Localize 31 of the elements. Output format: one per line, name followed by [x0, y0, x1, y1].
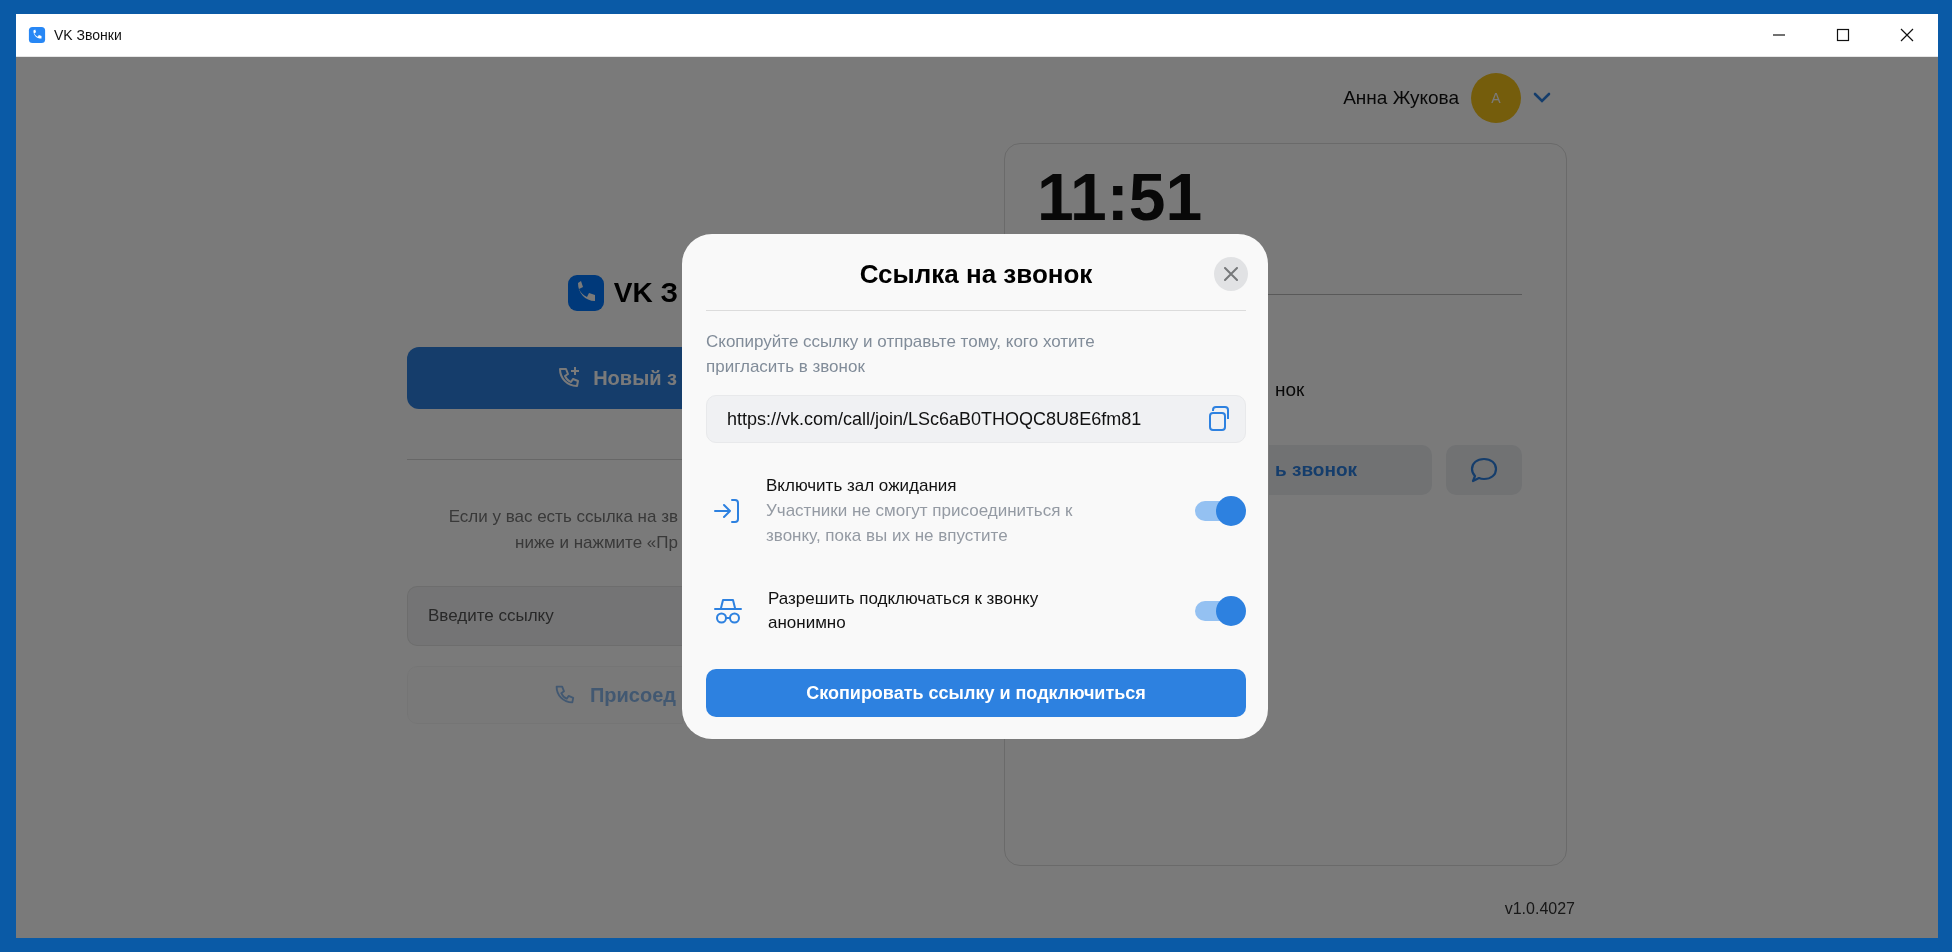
option-title: Включить зал ожидания	[766, 475, 958, 497]
dialog-description: Скопируйте ссылку и отправьте тому, кого хотите пригласить в звонок	[706, 331, 1096, 378]
link-field[interactable]: https://vk.com/call/join/LSc6aB0THOQC8U8E6fm81	[706, 395, 1246, 443]
user-name: Анна Жукова	[1343, 87, 1459, 109]
clock-time: 11:51	[1037, 166, 1203, 228]
copy-and-join-button[interactable]: Скопировать ссылку и подключиться	[706, 669, 1246, 717]
chat-button[interactable]	[1445, 445, 1522, 495]
dialog-title: Ссылка на звонок	[859, 258, 1093, 290]
close-icon	[1224, 267, 1238, 281]
app-logo-icon	[28, 26, 46, 44]
hint-text: Если у вас есть ссылка на зв	[448, 506, 678, 528]
enter-arrow-icon	[712, 496, 742, 526]
window-title: VK Звонки	[54, 27, 122, 43]
hint-text: ниже и нажмите «Пр	[515, 532, 678, 554]
speech-bubble-icon	[1468, 456, 1499, 484]
close-icon[interactable]	[1900, 28, 1914, 42]
chevron-down-icon[interactable]	[1533, 92, 1551, 104]
start-call-button[interactable]: ь звонок	[1269, 445, 1432, 495]
copy-icon[interactable]	[1207, 406, 1231, 432]
app-logo-icon	[565, 273, 606, 313]
version-label: v1.0.4027	[1504, 900, 1575, 918]
card-text: нок	[1275, 379, 1305, 401]
hat-glasses-icon	[712, 596, 744, 626]
close-button[interactable]	[1214, 257, 1248, 291]
new-call-button[interactable]: Новый з	[407, 347, 683, 409]
maximize-icon[interactable]	[1836, 28, 1850, 42]
option-description: Участники не смогут присоединиться к звонку, пока вы их не впустите	[766, 500, 1074, 547]
link-input-field[interactable]: Введите ссылку	[407, 586, 683, 646]
option-title: Разрешить подключаться к звонку анонимно	[768, 588, 1040, 634]
avatar[interactable]: А	[1471, 73, 1521, 123]
app-name: VK З	[613, 277, 678, 309]
